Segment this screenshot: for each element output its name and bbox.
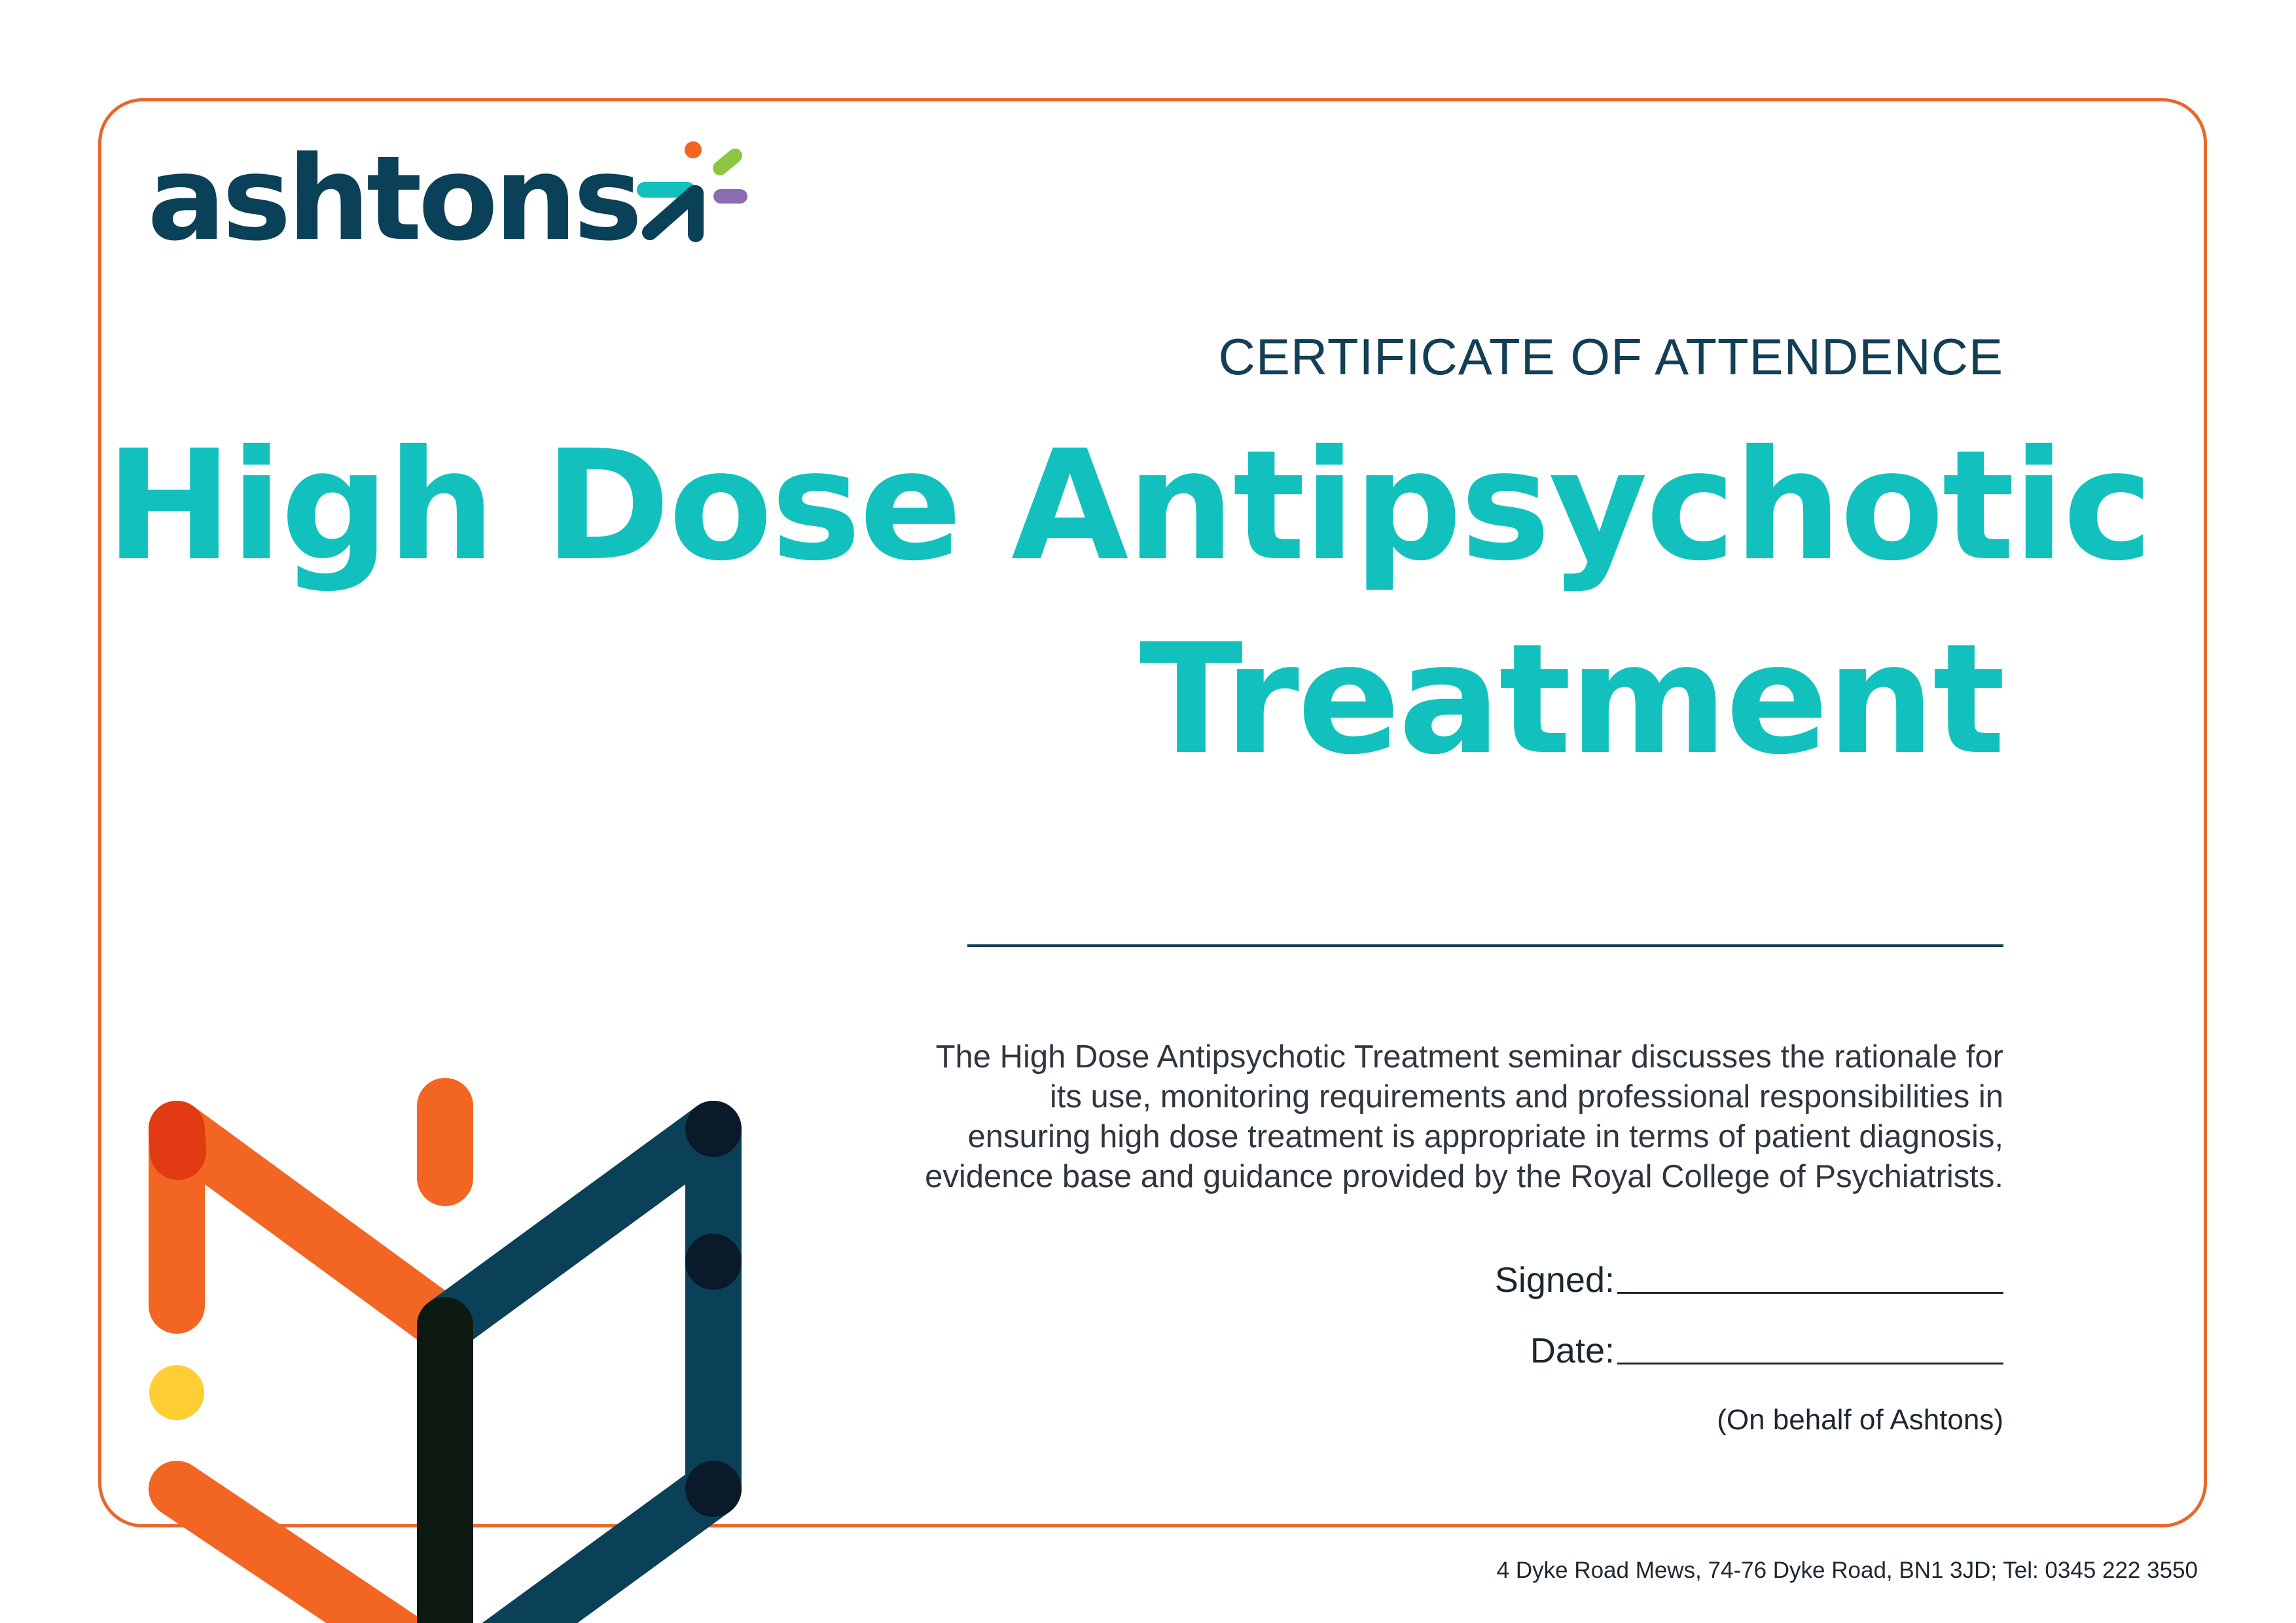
footer-address: 4 Dyke Road Mews, 74-76 Dyke Road, BN1 3… bbox=[1496, 1558, 2198, 1583]
signature-line bbox=[1617, 1292, 2003, 1294]
course-description: The High Dose Antipsychotic Treatment se… bbox=[925, 1039, 2003, 1194]
certificate-type-heading: CERTIFICATE OF ATTENDENCE bbox=[1218, 328, 2003, 385]
on-behalf-text: (On behalf of Ashtons) bbox=[1717, 1404, 2003, 1436]
date-line bbox=[1617, 1363, 2003, 1364]
signed-row: Signed: bbox=[1495, 1260, 2003, 1300]
signed-label: Signed: bbox=[1494, 1260, 1615, 1300]
date-row: Date: bbox=[1530, 1330, 2003, 1371]
date-label: Date: bbox=[1530, 1331, 1615, 1370]
abstract-book-shape-icon bbox=[149, 1078, 742, 1623]
attendee-name-line bbox=[967, 944, 2003, 947]
